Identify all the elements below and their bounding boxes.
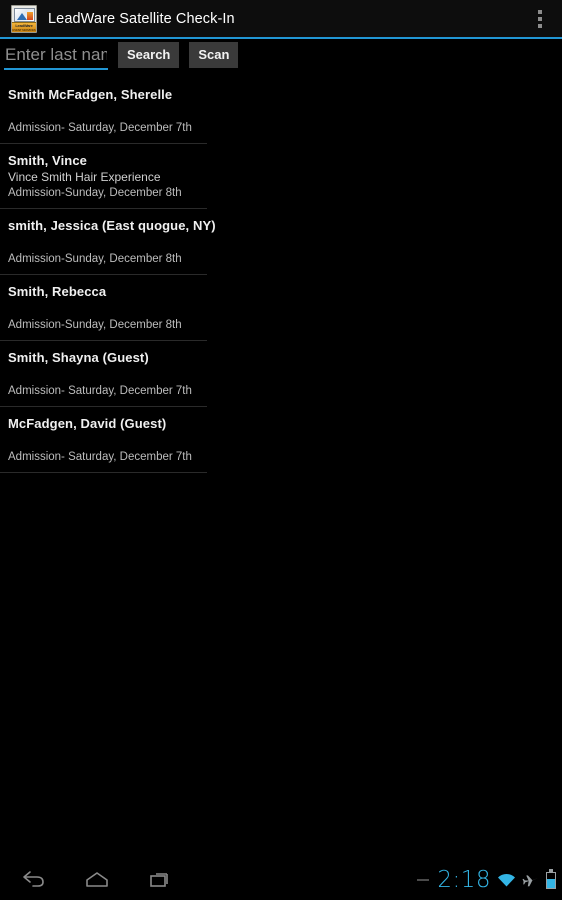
attendee-name: Smith, Shayna (Guest) [8,350,149,365]
android-app-screen: LeadWare EVENT SERVICES LeadWare Satelli… [0,0,562,900]
list-item[interactable]: Smith, Shayna (Guest) Admission- Saturday… [0,341,207,407]
attendee-name: Smith, Vince [8,153,87,168]
search-button[interactable]: Search [118,42,180,68]
attendee-admission: Admission- Saturday, December 7th [8,451,192,463]
app-icon-band: LeadWare EVENT SERVICES [12,22,36,32]
system-navigation-bar: 2:18 [0,860,562,900]
list-item[interactable]: Smith, Rebecca Admission-Sunday, December… [0,275,207,341]
attendee-admission: Admission-Sunday, December 8th [8,187,182,199]
leadware-app-icon: LeadWare EVENT SERVICES [11,5,37,33]
scan-button[interactable]: Scan [189,42,239,68]
attendee-name: smith, Jessica (East quogue, NY) [8,218,216,233]
page-title: LeadWare Satellite Check-In [48,11,235,27]
battery-fill [547,879,555,888]
title-bar: LeadWare EVENT SERVICES LeadWare Satelli… [0,0,562,38]
overflow-dot [538,24,542,28]
search-bar: Search Scan [0,42,562,72]
nav-button-group [0,860,178,900]
row-spacer [8,365,207,385]
clock: 2:18 [437,867,491,893]
battery-icon [546,868,556,889]
app-icon-screen [14,8,35,22]
wifi-icon[interactable] [497,872,516,888]
overflow-menu-icon[interactable] [518,0,562,38]
app-icon-band-subtext: EVENT SERVICES [12,28,36,32]
row-spacer [8,299,207,319]
attendee-name: McFadgen, David (Guest) [8,416,167,431]
back-arrow-icon[interactable] [16,863,50,897]
battery-cap [549,868,553,872]
attendee-admission: Admission- Saturday, December 7th [8,385,192,397]
overflow-dot [538,10,542,14]
title-accent-divider [0,37,562,39]
attendee-admission: Admission-Sunday, December 8th [8,319,182,331]
recent-apps-icon[interactable] [144,863,178,897]
search-input-underline [4,68,108,70]
attendee-admission: Admission- Saturday, December 7th [8,122,192,134]
attendee-organization: Vince Smith Hair Experience [8,170,161,184]
search-input-wrap [4,42,108,70]
notification-dash-icon [417,879,430,881]
home-icon[interactable] [80,863,114,897]
row-spacer [8,102,207,122]
list-item[interactable]: Smith, Vince Vince Smith Hair Experience A… [0,144,207,209]
attendee-admission: Admission-Sunday, December 8th [8,253,182,265]
overflow-dot [538,17,542,21]
attendee-name: Smith, Rebecca [8,284,107,299]
attendee-name: Smith McFadgen, Sherelle [8,87,173,102]
status-icons: 2:18 [417,860,556,900]
list-item[interactable]: McFadgen, David (Guest) Admission- Saturd… [0,407,207,473]
list-item[interactable]: smith, Jessica (East quogue, NY) Admissio… [0,209,216,275]
attendee-list: Smith McFadgen, Sherelle Admission- Satur… [0,78,216,473]
row-spacer [8,431,207,451]
row-spacer [8,233,207,253]
list-item[interactable]: Smith McFadgen, Sherelle Admission- Satur… [0,78,207,144]
search-input[interactable] [4,42,108,68]
airplane-mode-icon[interactable] [522,872,539,888]
